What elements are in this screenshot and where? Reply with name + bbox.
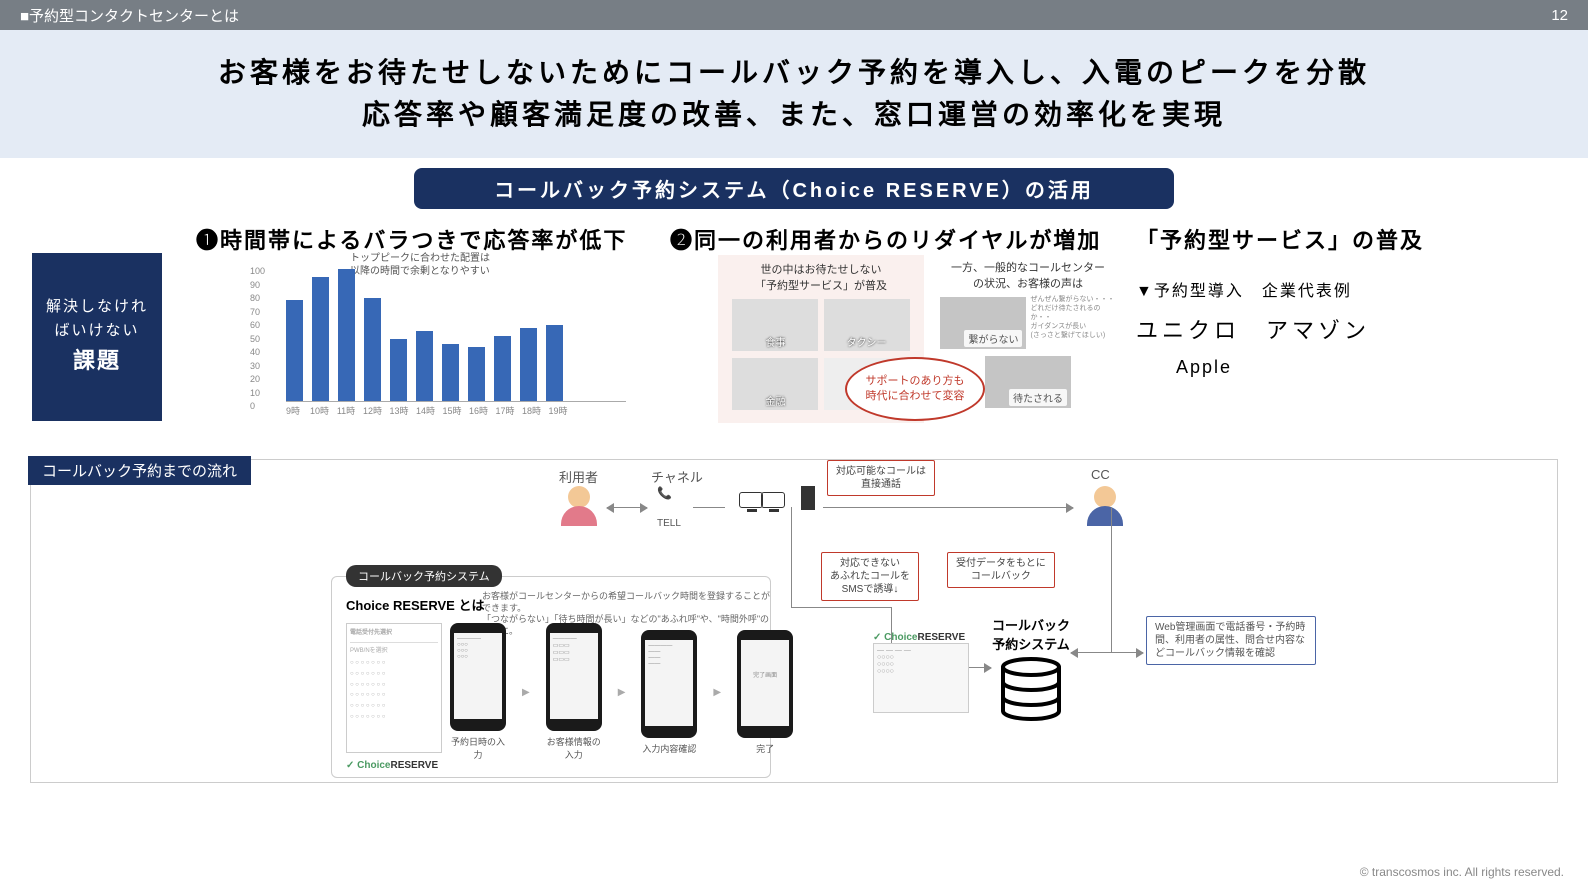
img-noconnect: 繋がらない (940, 297, 1026, 349)
callout-admin: Web管理画面で電話番号・予約時間、利用者の属性、問合せ内容などコールバック情報… (1146, 616, 1316, 665)
line-tv-down (791, 507, 792, 607)
img-taxi: タクシー (824, 299, 910, 351)
phone-icon: 📞 (657, 486, 672, 500)
page-number: 12 (1551, 7, 1568, 24)
bar (494, 336, 511, 401)
phone-steps: ――――○○○○○○○○○予約日時の入力 ▶ ――――▭▭▭▭▭▭▭▭▭お客様情… (450, 623, 793, 761)
user-icon (557, 484, 601, 528)
r3-companies: ユニクロ アマゾン (1136, 313, 1586, 345)
choice-reserve-mini: ✓ ChoiceRESERVE ― ― ― ―○○○○○○○○○○○○ (873, 632, 973, 713)
phone-step-4: 完了画面完了 (737, 630, 793, 755)
y-axis-labels: 1009080706050403020100 (250, 265, 265, 414)
line-to-db-h1 (791, 607, 891, 608)
problem1-title: ❶時間帯によるバラつきで応答率が低下 (196, 223, 627, 255)
problem2-title: ❷同一の利用者からのリダイヤルが増加 (670, 223, 1101, 255)
cc-icon (1083, 484, 1127, 528)
footer-copyright: © transcosmos inc. All rights reserved. (1360, 865, 1564, 879)
chbox-tab: コールバック予約システム (346, 565, 502, 587)
step-arrow-icon: ▶ (522, 687, 530, 698)
line-cc-down (1111, 507, 1112, 652)
right-column: 「予約型サービス」の普及 ▼予約型導入 企業代表例 ユニクロ アマゾン Appl… (1136, 223, 1586, 378)
bar (546, 325, 563, 401)
line-phone-tv (693, 507, 725, 508)
bar (442, 344, 459, 401)
phone-step-1: ――――○○○○○○○○○予約日時の入力 (450, 623, 506, 761)
bar (390, 339, 407, 401)
img-food: 食事 (732, 299, 818, 351)
bar (286, 300, 303, 401)
challenge-box: 解決しなけれ ばいけない 課題 (32, 253, 162, 421)
bars-container (286, 267, 626, 402)
callout-overflow: 対応できないあふれたコールをSMSで誘導↓ (821, 552, 919, 601)
r3-sub: ▼予約型導入 企業代表例 (1136, 277, 1586, 301)
chbox-lead: Choice RESERVE とは (346, 595, 484, 614)
line-cc-admin (1113, 652, 1143, 653)
line-user-phone (607, 507, 647, 508)
bar (520, 328, 537, 401)
img-finance: 金融 (732, 358, 818, 410)
callout-direct: 対応可能なコールは直接通話 (827, 460, 935, 496)
box-icon (801, 486, 815, 513)
bar (468, 347, 485, 401)
step-arrow-icon: ▶ (618, 687, 626, 698)
admin-mini-screen: ― ― ― ―○○○○○○○○○○○○ (873, 643, 969, 713)
x-axis-labels: 9時10時11時12時13時14時15時16時17時18時19時 (282, 404, 569, 417)
line-db-cc (1071, 652, 1113, 653)
hero: お客様をお待たせしないためにコールバック予約を導入し、入電のピークを分散 応答率… (0, 30, 1588, 158)
bar (364, 298, 381, 401)
r3-apple: Apple (1176, 357, 1586, 378)
hero-title: お客様をお待たせしないためにコールバック予約を導入し、入電のピークを分散 応答率… (0, 52, 1588, 136)
top-bar: ■予約型コンタクトセンターとは 12 (0, 0, 1588, 30)
bar (312, 277, 329, 401)
flow-diagram: コールバック予約までの流れ 利用者 チャネル 📞 TELL CC 対応可能なコー… (30, 459, 1558, 783)
img-wait: 待たされる (985, 356, 1071, 408)
bar (338, 269, 355, 401)
bar-chart: トップピークに合わせた配置は 以降の時間で余剰となりやすい 1009080706… (250, 257, 640, 422)
r3-title: 「予約型サービス」の普及 (1136, 223, 1586, 255)
callout-callback: 受付データをもとにコールバック (947, 552, 1055, 588)
choice-reserve-box: コールバック予約システム Choice RESERVE とは お客様がコールセン… (331, 576, 771, 778)
flow-label: コールバック予約までの流れ (28, 456, 251, 485)
phone-step-3: ――――――――――入力内容確認 (641, 630, 697, 755)
step-arrow-icon: ▶ (713, 687, 721, 698)
mid-section: 解決しなけれ ばいけない 課題 ❶時間帯によるバラつきで応答率が低下 トップピー… (0, 223, 1588, 453)
line-to-cc (823, 507, 1073, 508)
tv-icon (739, 492, 785, 511)
callout-circle: サポートのあり方も時代に合わせて変容 (845, 357, 985, 421)
bar (416, 331, 433, 401)
admin-screen: 電話受付先選択 PWB/Nを選択 ○ ○ ○ ○ ○ ○ ○○ ○ ○ ○ ○ … (346, 623, 442, 753)
database-icon: コールバック予約システム (991, 615, 1071, 724)
choice-reserve-logo: ✓ ChoiceRESERVE (346, 760, 438, 771)
topbar-title: ■予約型コンタクトセンターとは (20, 5, 239, 26)
phone-step-2: ――――▭▭▭▭▭▭▭▭▭お客様情報の入力 (546, 623, 602, 761)
system-pill: コールバック予約システム（Choice RESERVE）の活用 (414, 168, 1174, 209)
